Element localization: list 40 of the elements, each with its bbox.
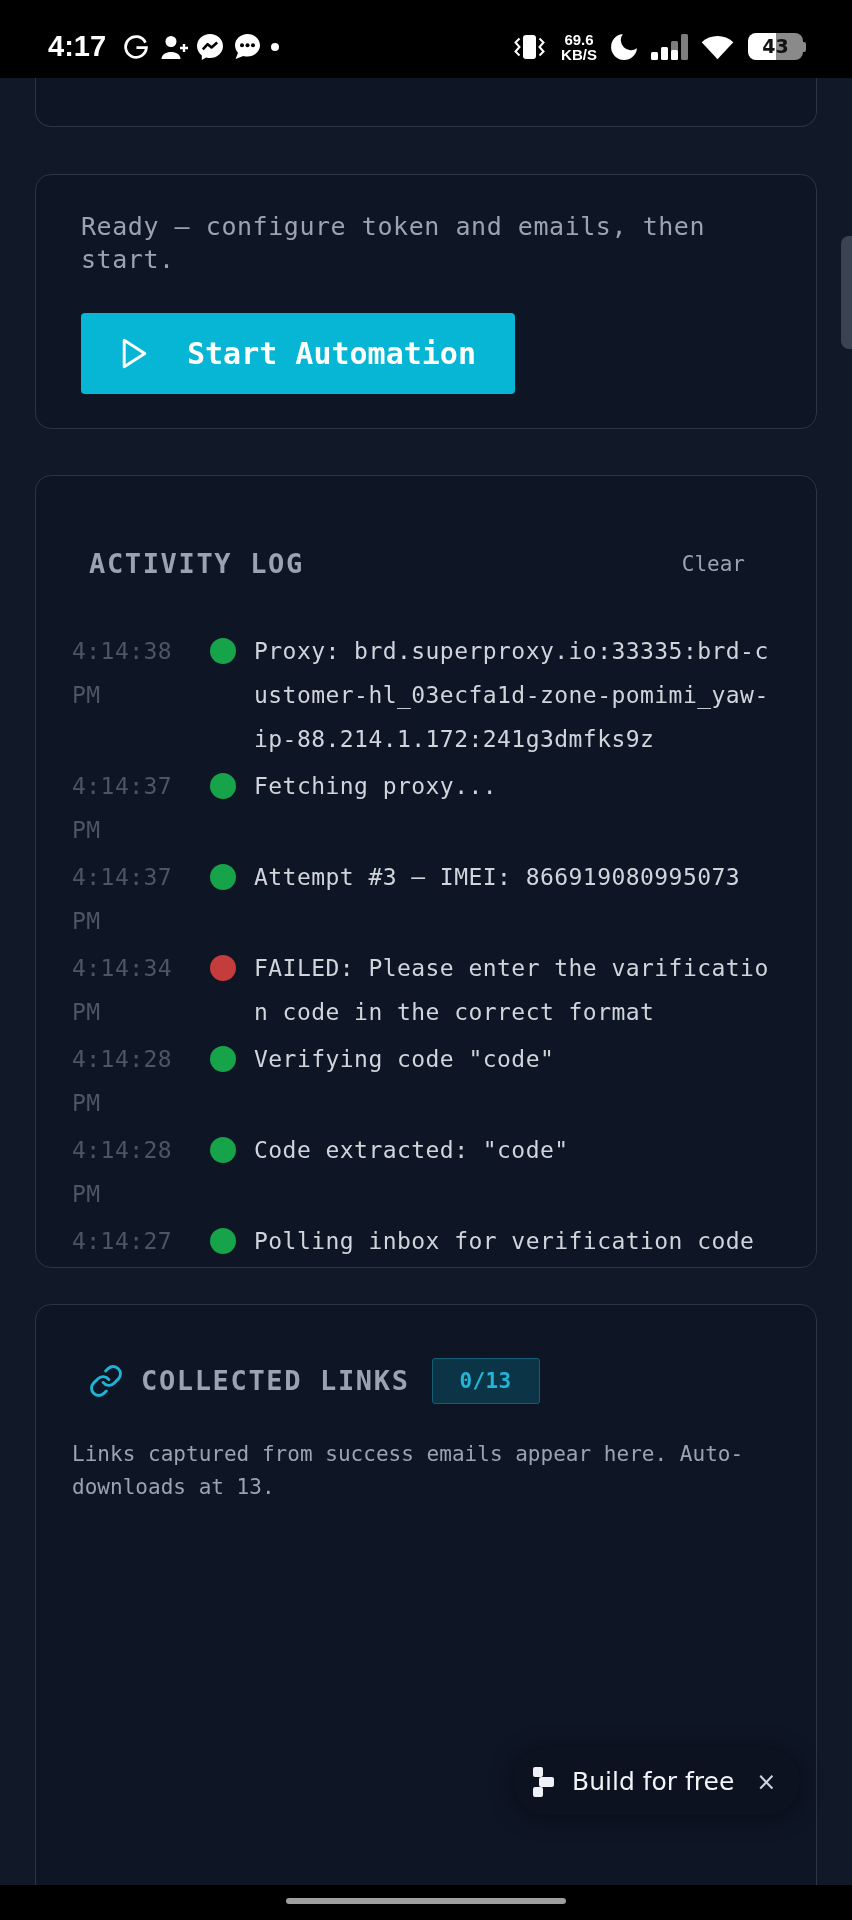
wifi-icon xyxy=(700,33,735,60)
g-icon xyxy=(124,34,149,59)
network-speed-unit: KB/S xyxy=(561,46,597,62)
log-time: 4:14:34 PM xyxy=(72,954,174,1027)
log-message: Attempt #3 — IMEI: 866919080995073 xyxy=(254,863,742,892)
log-message: Proxy: brd.superproxy.io:33335:brd-customer-hl_03ecfa1d-zone-pomimi_yaw-ip-88.214.1.172:241g3dmfks9z xyxy=(254,637,770,754)
chat-dots-icon xyxy=(235,34,261,59)
chat-bolt-icon xyxy=(197,33,224,60)
signal-icon xyxy=(651,33,688,60)
log-time: 4:14:28 PM xyxy=(72,1136,174,1209)
edge-panel-handle[interactable] xyxy=(841,236,852,349)
log-time: 4:14:37 PM xyxy=(72,772,174,845)
log-message: Fetching proxy... xyxy=(254,772,499,801)
log-time: 4:14:27 xyxy=(72,1227,174,1256)
play-icon xyxy=(122,338,147,369)
log-message: Verifying code "code" xyxy=(254,1045,556,1074)
log-message: Code extracted: "code" xyxy=(254,1136,570,1165)
log-time: 4:14:38 PM xyxy=(72,637,174,710)
log-time: 4:14:28 PM xyxy=(72,1045,174,1118)
activity-log-title: ACTIVITY LOG xyxy=(89,548,304,580)
log-time: 4:14:37 PM xyxy=(72,863,174,936)
log-message: Polling inbox for verification code xyxy=(254,1227,756,1256)
log-message: FAILED: Please enter the varification code in the correct format xyxy=(254,954,770,1027)
link-icon xyxy=(90,1365,122,1397)
vibrate-icon xyxy=(514,34,545,59)
moon-icon xyxy=(611,33,637,60)
collected-links-description: Links captured from success emails appear here. Auto-downloads at 13. xyxy=(72,1441,745,1501)
clear-button[interactable]: Clear xyxy=(681,550,745,578)
promo-label[interactable]: Build for free xyxy=(572,1767,735,1796)
person-add-icon xyxy=(161,34,189,59)
status-message: Ready — configure token and emails, then start. xyxy=(81,211,707,276)
home-indicator[interactable] xyxy=(286,1898,566,1904)
dot-icon xyxy=(271,42,280,51)
network-speed-value: 69.6 xyxy=(564,31,594,47)
blocks-icon xyxy=(533,1766,554,1797)
status-time: 4:17 xyxy=(48,32,107,61)
close-button[interactable]: × xyxy=(756,1769,777,1794)
collected-links-title: COLLECTED LINKS xyxy=(141,1365,410,1397)
link-count-badge: 0/13 xyxy=(431,1358,540,1404)
battery-level: 43 xyxy=(762,37,789,56)
